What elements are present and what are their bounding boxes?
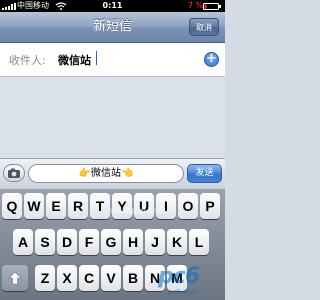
text-cursor (96, 51, 97, 65)
recipient-label: 收件人: (9, 54, 46, 67)
key-k[interactable]: K (167, 229, 187, 255)
key-w[interactable]: W (24, 193, 44, 219)
key-l[interactable]: L (189, 229, 209, 255)
navigation-bar: 新短信 取消 (0, 12, 225, 43)
key-f[interactable]: F (79, 229, 99, 255)
plus-icon: + (206, 51, 217, 66)
key-r[interactable]: R (68, 193, 88, 219)
battery-icon (203, 3, 221, 10)
key-v[interactable]: V (101, 265, 121, 291)
key-d[interactable]: D (57, 229, 77, 255)
key-c[interactable]: C (79, 265, 99, 291)
key-s[interactable]: S (35, 229, 55, 255)
key-b[interactable]: B (123, 265, 143, 291)
key-t[interactable]: T (90, 193, 110, 219)
key-a[interactable]: A (13, 229, 33, 255)
key-x[interactable]: X (57, 265, 77, 291)
message-thread-area (0, 77, 225, 158)
shift-key[interactable] (2, 265, 28, 291)
cancel-button[interactable]: 取消 (189, 18, 219, 36)
compose-bar: 👉微信站👈 发送 (0, 158, 225, 190)
shift-arrow-icon (8, 271, 22, 285)
key-z[interactable]: Z (35, 265, 55, 291)
camera-icon (8, 168, 20, 178)
add-contact-button[interactable]: + (204, 52, 219, 67)
watermark-url: www.pc6.com (110, 206, 166, 215)
camera-button[interactable] (3, 164, 25, 182)
key-p[interactable]: P (200, 193, 220, 219)
key-j[interactable]: J (145, 229, 165, 255)
key-g[interactable]: G (101, 229, 121, 255)
send-button[interactable]: 发送 (187, 164, 222, 183)
battery-percent: 7 % (188, 1, 204, 10)
watermark-logo: pc6 (158, 264, 200, 289)
key-e[interactable]: E (46, 193, 66, 219)
status-bar: 中国移动 0:11 7 % (0, 0, 225, 12)
key-h[interactable]: H (123, 229, 143, 255)
watermark-subtext: pc6.com (168, 288, 198, 296)
key-q[interactable]: Q (2, 193, 22, 219)
message-input[interactable]: 👉微信站👈 (28, 164, 184, 183)
key-o[interactable]: O (178, 193, 198, 219)
recipient-row[interactable]: 收件人: 微信站 + (0, 43, 225, 77)
recipient-field[interactable]: 微信站 (58, 52, 91, 68)
